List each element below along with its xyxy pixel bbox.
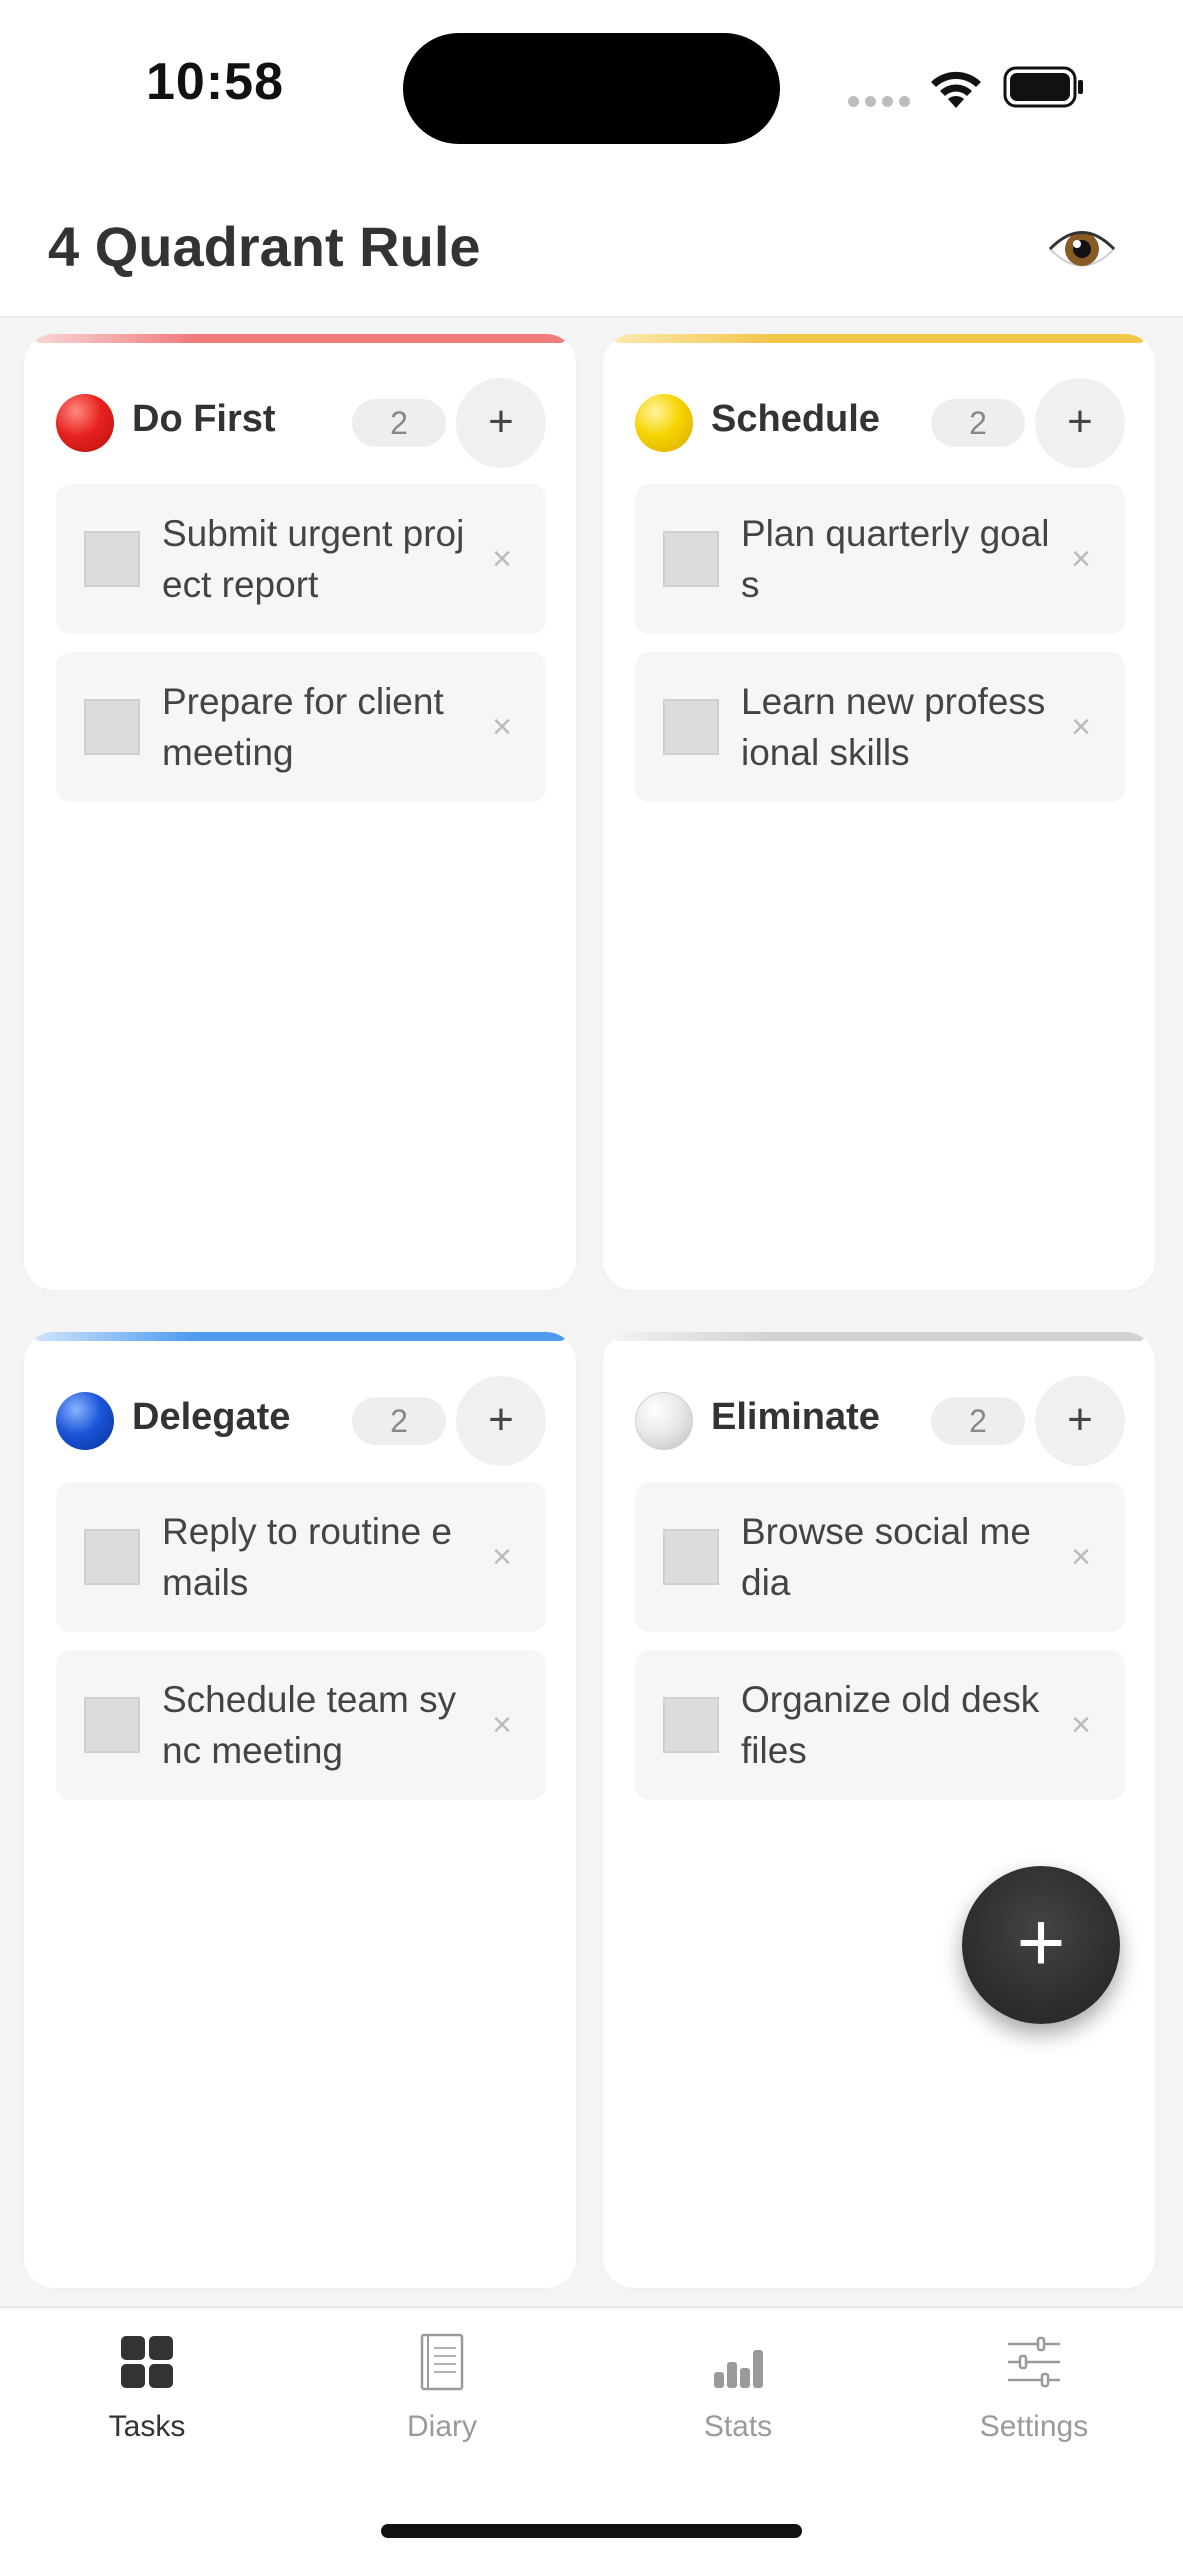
quadrant-accent-bar <box>34 334 566 343</box>
delete-task-button[interactable]: × <box>1053 531 1109 587</box>
task-text: Organize old desk files <box>741 1679 1040 1771</box>
add-task-button[interactable]: + <box>456 378 546 468</box>
quadrant-delegate: Delegate 2 + Reply to routine emails × S… <box>24 1332 576 2288</box>
tab-bar: Tasks Diary Stats Settings <box>0 2306 1183 2560</box>
task-item[interactable]: Submit urgent project report × <box>56 484 546 634</box>
app-header: 4 Quadrant Rule <box>0 180 1183 318</box>
yellow-circle-icon <box>635 394 693 452</box>
add-task-button[interactable]: + <box>1035 1376 1125 1466</box>
delete-task-button[interactable]: × <box>1053 699 1109 755</box>
page-title: 4 Quadrant Rule <box>48 215 481 278</box>
grid-icon <box>121 2336 173 2388</box>
task-item[interactable]: Plan quarterly goals × <box>635 484 1125 634</box>
tab-settings[interactable]: Settings <box>934 2332 1134 2452</box>
task-item[interactable]: Learn new professional skills × <box>635 652 1125 802</box>
tab-label: Diary <box>406 2410 477 2443</box>
tab-diary[interactable]: Diary <box>342 2332 542 2452</box>
tab-label: Settings <box>979 2410 1089 2443</box>
task-checkbox[interactable] <box>663 699 719 755</box>
quadrant-header: Eliminate 2 + <box>603 1376 1155 1466</box>
task-item[interactable]: Organize old desk files × <box>635 1650 1125 1800</box>
quadrant-schedule: Schedule 2 + Plan quarterly goals × Lear… <box>603 334 1155 1290</box>
wifi-icon <box>931 71 981 108</box>
task-checkbox[interactable] <box>84 1697 140 1753</box>
task-text: Schedule team sync meeting <box>162 1679 457 1771</box>
task-checkbox[interactable] <box>663 531 719 587</box>
task-item[interactable]: Browse social media × <box>635 1482 1125 1632</box>
quadrant-header: Schedule 2 + <box>603 378 1155 468</box>
task-count-badge: 2 <box>352 1397 446 1445</box>
delete-task-button[interactable]: × <box>474 1697 530 1753</box>
task-checkbox[interactable] <box>84 699 140 755</box>
quadrant-title: Schedule <box>711 398 880 440</box>
cellular-signal-icon <box>848 96 910 107</box>
task-count-badge: 2 <box>352 399 446 447</box>
delete-task-button[interactable]: × <box>474 1529 530 1585</box>
task-item[interactable]: Reply to routine emails × <box>56 1482 546 1632</box>
task-item[interactable]: Schedule team sync meeting × <box>56 1650 546 1800</box>
quadrant-eliminate: Eliminate 2 + Browse social media × Orga… <box>603 1332 1155 2288</box>
delete-task-button[interactable]: × <box>1053 1529 1109 1585</box>
red-circle-icon <box>56 394 114 452</box>
add-task-fab[interactable]: + <box>962 1866 1120 2024</box>
task-count-badge: 2 <box>931 399 1025 447</box>
app-screen: 10:58 4 Quadrant Rule Do First 2 + Submi… <box>0 0 1183 2560</box>
task-count-badge: 2 <box>931 1397 1025 1445</box>
delete-task-button[interactable]: × <box>1053 1697 1109 1753</box>
tab-label: Stats <box>703 2410 773 2443</box>
quadrant-accent-bar <box>613 1332 1145 1341</box>
sliders-icon <box>1008 2336 1060 2388</box>
quadrant-title: Do First <box>132 398 276 440</box>
task-item[interactable]: Prepare for client meeting × <box>56 652 546 802</box>
task-checkbox[interactable] <box>663 1697 719 1753</box>
task-text: Plan quarterly goals <box>741 513 1050 605</box>
add-task-button[interactable]: + <box>456 1376 546 1466</box>
quadrant-header: Delegate 2 + <box>24 1376 576 1466</box>
bar-chart-icon <box>714 2350 763 2388</box>
white-circle-icon <box>635 1392 693 1450</box>
battery-icon <box>1003 66 1083 108</box>
task-text: Reply to routine emails <box>162 1511 453 1603</box>
task-checkbox[interactable] <box>84 531 140 587</box>
status-time: 10:58 <box>146 53 284 111</box>
task-text: Prepare for client meeting <box>162 681 444 773</box>
task-checkbox[interactable] <box>84 1529 140 1585</box>
tab-tasks[interactable]: Tasks <box>47 2332 247 2452</box>
task-text: Submit urgent project report <box>162 513 465 605</box>
quadrant-title: Eliminate <box>711 1396 880 1438</box>
delete-task-button[interactable]: × <box>474 699 530 755</box>
task-text: Browse social media <box>741 1511 1031 1603</box>
tab-stats[interactable]: Stats <box>638 2332 838 2452</box>
quadrant-accent-bar <box>613 334 1145 343</box>
quadrant-title: Delegate <box>132 1396 291 1438</box>
task-checkbox[interactable] <box>663 1529 719 1585</box>
delete-task-button[interactable]: × <box>474 531 530 587</box>
quadrant-header: Do First 2 + <box>24 378 576 468</box>
tab-label: Tasks <box>108 2410 186 2443</box>
quadrant-accent-bar <box>34 1332 566 1341</box>
notebook-icon <box>420 2333 464 2391</box>
home-indicator <box>381 2524 802 2538</box>
task-text: Learn new professional skills <box>741 681 1046 773</box>
quadrant-do-first: Do First 2 + Submit urgent project repor… <box>24 334 576 1290</box>
blue-circle-icon <box>56 1392 114 1450</box>
status-bar: 10:58 <box>0 0 1183 180</box>
add-task-button[interactable]: + <box>1035 378 1125 468</box>
eye-icon[interactable] <box>1046 218 1118 280</box>
dynamic-island <box>403 33 780 144</box>
